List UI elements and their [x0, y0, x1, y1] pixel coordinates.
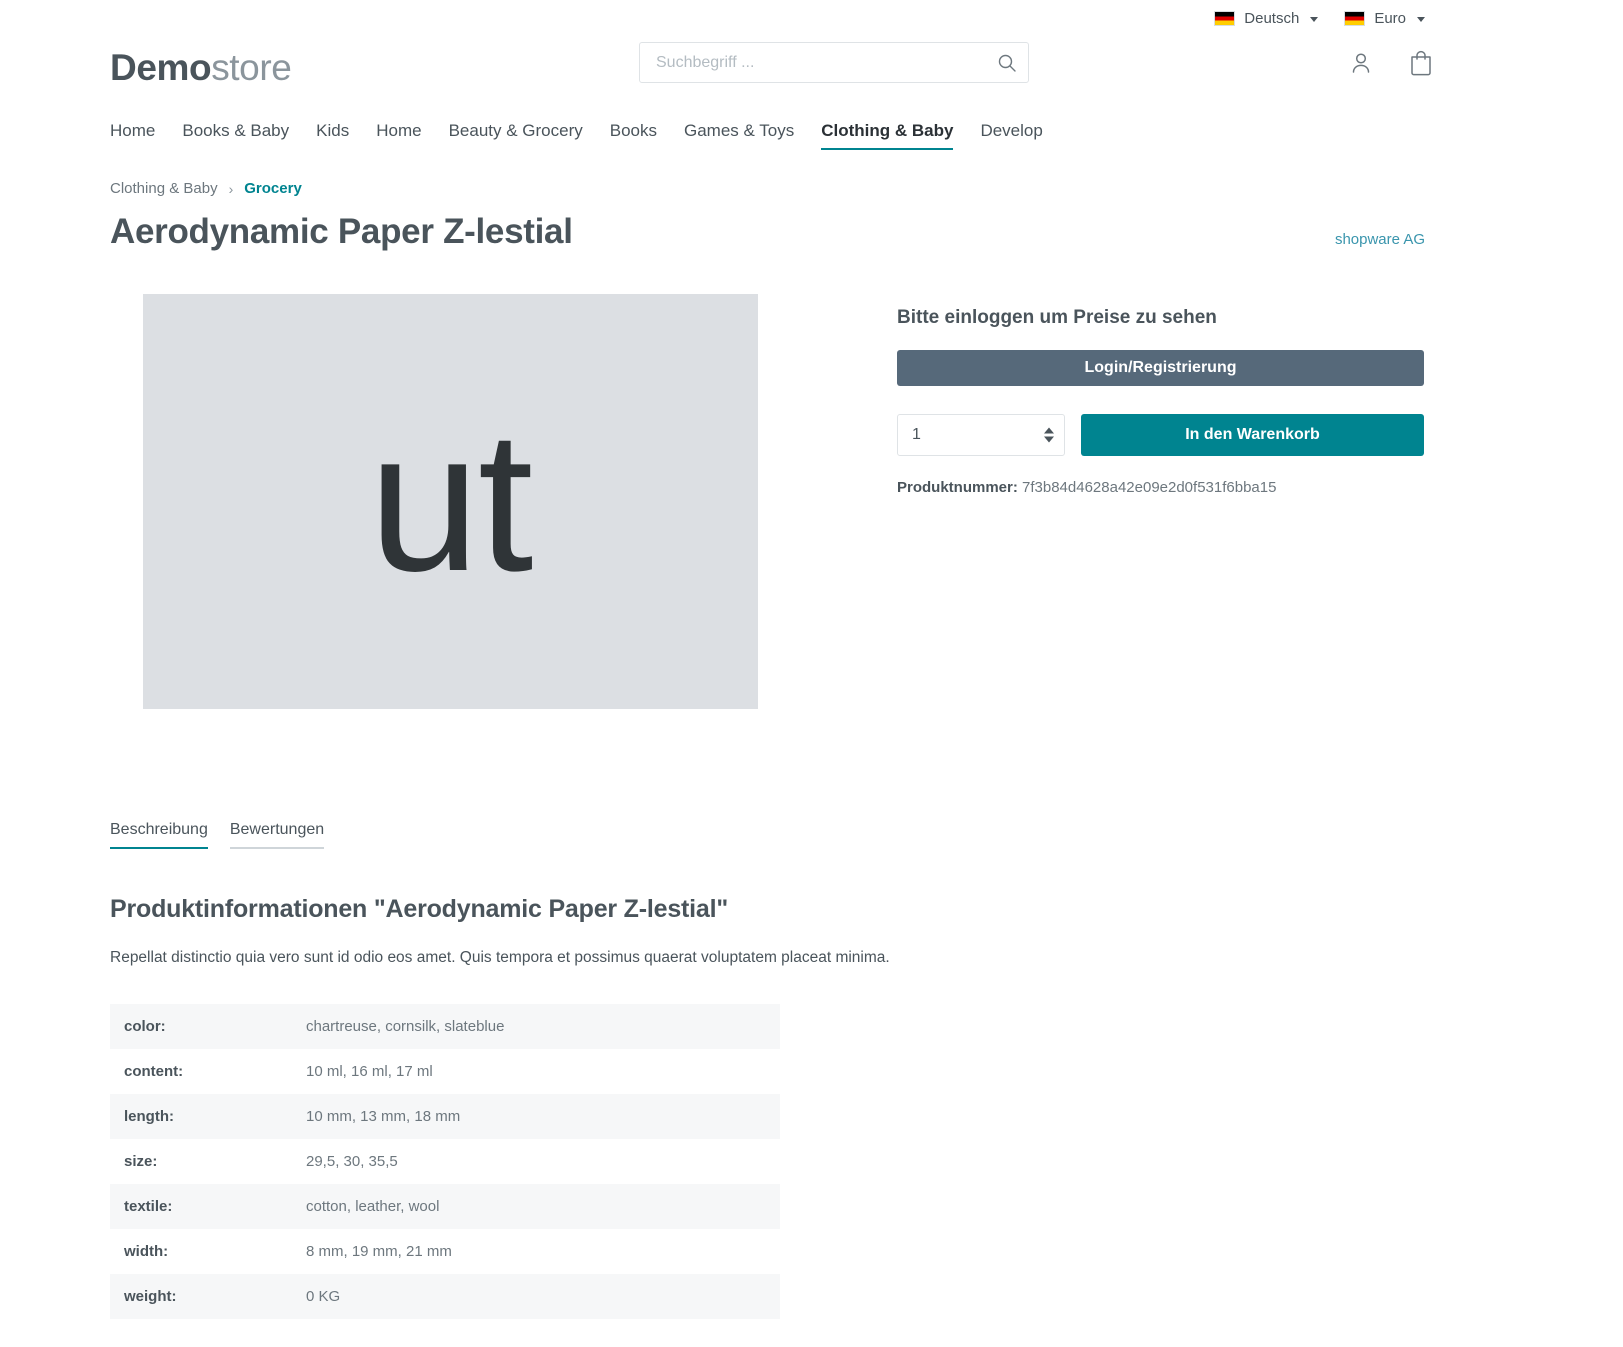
shopping-bag-icon	[1411, 50, 1431, 76]
language-label: Deutsch	[1244, 9, 1300, 27]
buy-box: Bitte einloggen um Preise zu sehen Login…	[897, 307, 1424, 496]
table-row: width: 8 mm, 19 mm, 21 mm	[110, 1228, 780, 1274]
search-button[interactable]	[986, 43, 1028, 82]
product-number-value: 7f3b84d4628a42e09e2d0f531f6bba15	[1022, 479, 1277, 497]
search-form	[639, 42, 1029, 83]
tab-beschreibung[interactable]: Beschreibung	[110, 821, 208, 850]
breadcrumb-separator-icon: ›	[228, 180, 234, 197]
site-header: Demostore	[0, 36, 1623, 98]
property-value: 0 KG	[306, 1287, 341, 1305]
nav-item-develop[interactable]: Develop	[980, 121, 1067, 150]
nav-item-home-2[interactable]: Home	[376, 121, 446, 150]
page-title: Aerodynamic Paper Z-lestial	[110, 212, 573, 251]
manufacturer-link[interactable]: shopware AG	[1335, 231, 1425, 248]
site-logo[interactable]: Demostore	[110, 46, 292, 88]
table-row: length: 10 mm, 13 mm, 18 mm	[110, 1093, 780, 1139]
property-key: textile:	[124, 1197, 173, 1215]
table-row: content: 10 ml, 16 ml, 17 ml	[110, 1048, 780, 1094]
property-value: chartreuse, cornsilk, slateblue	[306, 1017, 505, 1035]
breadcrumb-parent[interactable]: Clothing & Baby	[110, 180, 218, 197]
breadcrumb: Clothing & Baby › Grocery	[0, 150, 1623, 197]
chevron-down-icon[interactable]	[1044, 436, 1054, 443]
product-gallery: ut	[110, 294, 790, 710]
german-flag-icon	[1214, 10, 1236, 26]
property-value: 29,5, 30, 35,5	[306, 1152, 398, 1170]
quantity-input[interactable]	[897, 414, 1065, 457]
header-actions	[1344, 46, 1438, 80]
property-key: length:	[124, 1107, 174, 1125]
nav-item-beauty-grocery[interactable]: Beauty & Grocery	[449, 121, 608, 150]
tab-bewertungen[interactable]: Bewertungen	[229, 821, 325, 850]
product-title-row: Aerodynamic Paper Z-lestial shopware AG	[0, 197, 1623, 252]
description-text: Repellat distinctio quia vero sunt id od…	[110, 949, 890, 967]
description-title: Produktinformationen "Aerodynamic Paper …	[110, 895, 728, 924]
product-detail-page: Deutsch Euro Demostore Suchbegriff ... H…	[0, 0, 1623, 1347]
german-flag-icon	[1344, 10, 1366, 26]
nav-item-books-baby[interactable]: Books & Baby	[182, 121, 314, 150]
product-image[interactable]: ut	[142, 294, 758, 710]
currency-label: Euro	[1374, 9, 1406, 27]
property-value: cotton, leather, wool	[306, 1197, 440, 1215]
nav-item-clothing-baby[interactable]: Clothing & Baby	[821, 121, 978, 151]
nav-item-books[interactable]: Books	[610, 121, 682, 150]
description-section: Produktinformationen "Aerodynamic Paper …	[0, 895, 1623, 1319]
table-row: textile: cotton, leather, wool	[110, 1183, 780, 1229]
nav-item-games-toys[interactable]: Games & Toys	[684, 121, 819, 150]
nav-item-kids[interactable]: Kids	[316, 121, 374, 150]
language-switcher[interactable]: Deutsch	[1214, 9, 1319, 27]
account-button[interactable]	[1344, 46, 1378, 80]
property-key: size:	[124, 1152, 158, 1170]
search-input[interactable]	[639, 42, 1029, 83]
property-key: color:	[124, 1017, 166, 1035]
product-main-section: ut Bitte einloggen um Preise zu sehen Lo…	[0, 294, 1623, 710]
table-row: size: 29,5, 30, 35,5	[110, 1138, 780, 1184]
person-icon	[1352, 53, 1370, 73]
chevron-down-icon	[1417, 16, 1425, 22]
login-prompt-heading: Bitte einloggen um Preise zu sehen	[897, 307, 1217, 329]
property-value: 8 mm, 19 mm, 21 mm	[306, 1242, 452, 1260]
table-row: color: chartreuse, cornsilk, slateblue	[110, 1003, 780, 1049]
search-icon	[998, 54, 1016, 72]
login-register-button[interactable]: Login/Registrierung	[897, 350, 1424, 387]
properties-table: color: chartreuse, cornsilk, slateblue c…	[110, 1003, 780, 1319]
chevron-down-icon	[1310, 16, 1319, 22]
product-number-label: Produktnummer:	[897, 479, 1018, 497]
breadcrumb-current[interactable]: Grocery	[244, 180, 302, 197]
logo-bold-text: Demo	[110, 46, 212, 88]
logo-light-text: store	[211, 46, 292, 88]
property-value: 10 mm, 13 mm, 18 mm	[306, 1107, 461, 1125]
top-utility-bar: Deutsch Euro	[0, 0, 1623, 36]
property-value: 10 ml, 16 ml, 17 ml	[306, 1062, 433, 1080]
quantity-stepper	[897, 414, 1065, 457]
nav-item-home-1[interactable]: Home	[110, 121, 180, 150]
quantity-arrows[interactable]	[1044, 427, 1054, 443]
property-key: content:	[124, 1062, 184, 1080]
chevron-up-icon[interactable]	[1044, 427, 1054, 434]
buy-row: In den Warenkorb	[897, 414, 1424, 457]
currency-switcher[interactable]: Euro	[1344, 10, 1425, 27]
table-row: weight: 0 KG	[110, 1273, 780, 1319]
product-number: Produktnummer: 7f3b84d4628a42e09e2d0f531…	[897, 479, 1424, 496]
cart-button[interactable]	[1404, 46, 1438, 80]
main-navigation: Home Books & Baby Kids Home Beauty & Gro…	[0, 98, 1623, 151]
property-key: width:	[124, 1242, 169, 1260]
product-tabs: Beschreibung Bewertungen	[0, 821, 1623, 850]
add-to-cart-button[interactable]: In den Warenkorb	[1081, 414, 1424, 457]
property-key: weight:	[124, 1287, 177, 1305]
product-image-placeholder-text: ut	[368, 389, 534, 613]
